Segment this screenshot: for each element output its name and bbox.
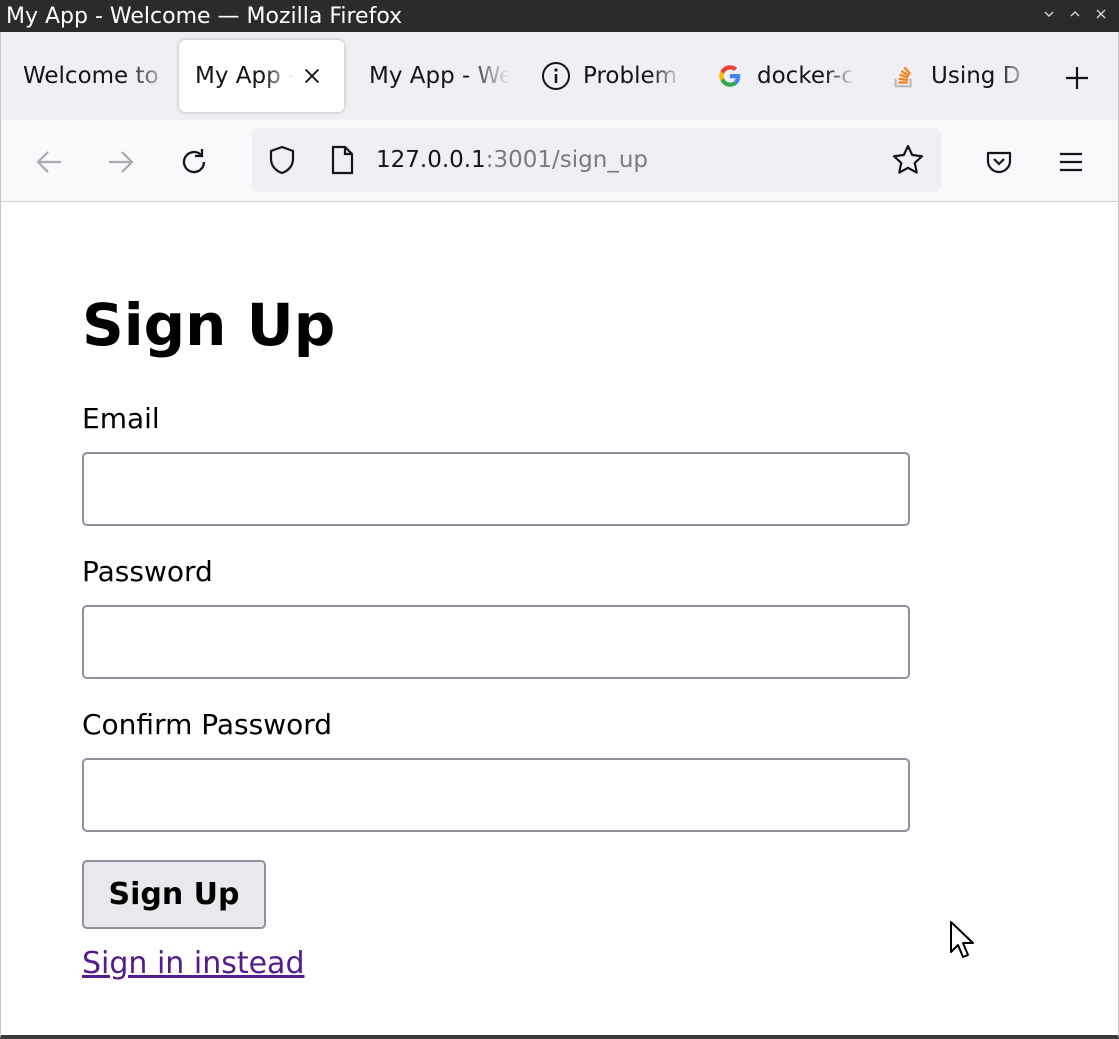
url-host: 127.0.0.1 xyxy=(376,147,486,173)
email-label: Email xyxy=(82,402,160,435)
tab-docker[interactable]: docker-c xyxy=(695,40,855,112)
info-icon xyxy=(541,61,571,91)
url-bar[interactable]: 127.0.0.1:3001/sign_up xyxy=(252,128,941,192)
bookmark-star-icon[interactable] xyxy=(890,142,926,178)
reload-icon xyxy=(182,149,206,174)
tab-welcome[interactable]: Welcome to xyxy=(3,40,173,112)
arrow-left-icon xyxy=(36,151,61,173)
tab-label: My App - We xyxy=(369,63,509,89)
tab-using-d[interactable]: Using D xyxy=(869,40,1029,112)
minimize-icon[interactable] xyxy=(1041,6,1057,22)
url-path: :3001/sign_up xyxy=(485,147,648,173)
reload-button[interactable] xyxy=(174,142,214,182)
tab-strip: Welcome to My App - My App - We Problem … xyxy=(0,32,1119,120)
new-tab-button[interactable] xyxy=(1059,60,1095,96)
stackoverflow-icon xyxy=(889,61,919,91)
close-window-icon[interactable] xyxy=(1093,6,1109,22)
navigation-toolbar: 127.0.0.1:3001/sign_up xyxy=(0,120,1119,202)
plus-icon xyxy=(1066,67,1088,89)
url-text[interactable]: 127.0.0.1:3001/sign_up xyxy=(376,145,648,175)
confirm-password-field[interactable] xyxy=(82,758,910,832)
forward-button[interactable] xyxy=(101,142,141,182)
menu-button[interactable] xyxy=(1051,142,1091,182)
window-titlebar: My App - Welcome — Mozilla Firefox xyxy=(0,0,1119,32)
email-field[interactable] xyxy=(82,452,910,526)
google-icon xyxy=(715,61,745,91)
page-title: Sign Up xyxy=(82,291,336,359)
window-controls xyxy=(1041,6,1109,22)
sign-up-button[interactable]: Sign Up xyxy=(82,860,266,929)
pocket-button[interactable] xyxy=(979,142,1019,182)
tab-my-app-welcome[interactable]: My App - We xyxy=(349,40,509,112)
tab-label: Welcome to xyxy=(23,63,159,89)
tab-label: docker-c xyxy=(757,63,854,89)
arrow-right-icon xyxy=(109,151,134,173)
hamburger-menu-icon xyxy=(1060,152,1082,172)
page-icon[interactable] xyxy=(326,144,358,176)
pocket-icon xyxy=(986,151,1012,174)
back-button[interactable] xyxy=(29,142,69,182)
window-title: My App - Welcome — Mozilla Firefox xyxy=(6,4,403,29)
page-content: Sign Up Email Password Confirm Password … xyxy=(0,202,1119,1039)
sign-in-instead-link[interactable]: Sign in instead xyxy=(82,945,304,983)
tab-label: My App - xyxy=(195,63,294,89)
close-tab-icon[interactable] xyxy=(300,64,324,88)
confirm-password-label: Confirm Password xyxy=(82,708,333,741)
mouse-cursor-icon xyxy=(950,921,974,958)
tab-label: Using D xyxy=(931,63,1021,89)
password-field[interactable] xyxy=(82,605,910,679)
password-label: Password xyxy=(82,555,213,588)
shield-icon[interactable] xyxy=(266,144,298,176)
maximize-icon[interactable] xyxy=(1067,6,1083,22)
tab-problem[interactable]: Problem xyxy=(521,40,681,112)
tab-my-app-active[interactable]: My App - xyxy=(179,40,344,112)
tab-label: Problem xyxy=(583,63,678,89)
